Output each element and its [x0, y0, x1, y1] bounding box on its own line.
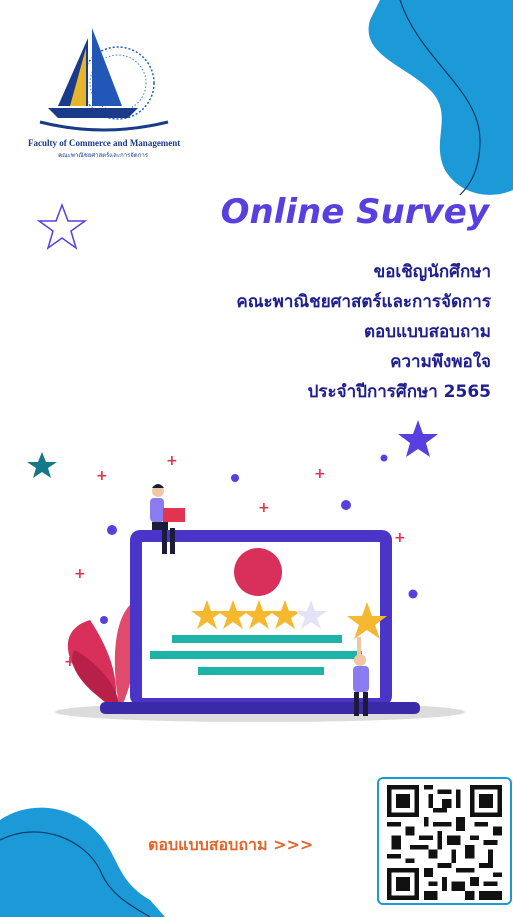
ship-globe-emblem — [39, 28, 169, 132]
purple-star-icon — [398, 420, 438, 457]
blue-blob-bottom-decoration — [0, 807, 165, 917]
svg-text:+: + — [258, 500, 270, 516]
qr-code-card[interactable] — [377, 777, 512, 905]
qr-code-icon[interactable] — [387, 785, 502, 900]
logo-name-english: Faculty of Commerce and Management — [28, 138, 181, 148]
teal-star-icon — [27, 452, 57, 478]
outline-star-icon — [36, 202, 88, 250]
invite-line-1: ขอเชิญนักศึกษา — [373, 262, 491, 282]
blue-blob-top-decoration — [368, 0, 513, 196]
logo-name-thai: คณะพาณิชยศาสตร์และการจัดการ — [58, 153, 148, 159]
svg-text:+: + — [74, 566, 86, 582]
svg-text:+: + — [314, 466, 326, 482]
survey-link-text[interactable]: ตอบแบบสอบถาม >>> — [148, 833, 313, 858]
survey-laptop-illustration: +++ +++ + — [27, 420, 465, 722]
invite-line-2: คณะพาณิชยศาสตร์และการจัดการ — [236, 292, 491, 312]
svg-text:+: + — [394, 530, 406, 546]
invite-line-3: ตอบแบบสอบถาม — [363, 322, 491, 342]
page-title: Online Survey — [220, 192, 489, 232]
faculty-logo: Faculty of Commerce and Management คณะพา… — [28, 18, 181, 168]
svg-text:+: + — [96, 468, 108, 484]
invite-line-4: ความพึงพอใจ — [390, 352, 491, 372]
svg-text:+: + — [166, 453, 178, 469]
invite-line-5: ประจำปีการศึกษา 2565 — [307, 382, 491, 402]
